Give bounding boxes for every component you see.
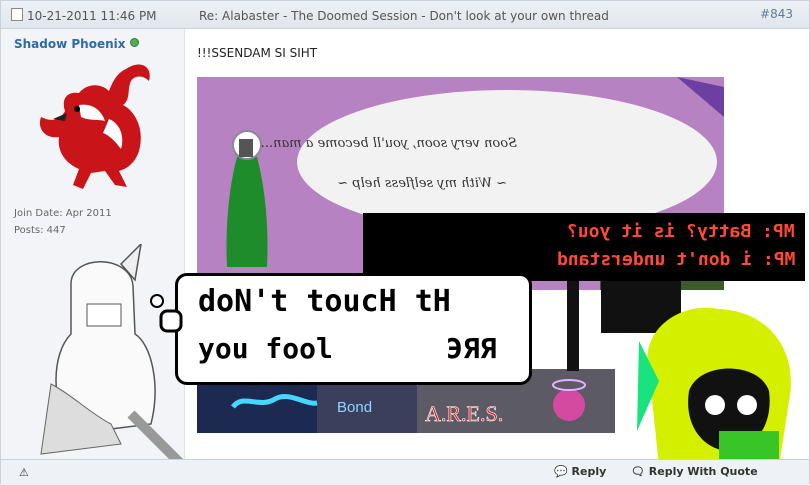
username-link[interactable]: Shadow Phoenix	[14, 37, 139, 51]
image-script-line1: Soon very soon, you'll become a man...	[261, 136, 517, 151]
strip-ares-text: A.R.E.S.	[425, 401, 503, 426]
post-message: !!!SSENDAM SI SIHT	[197, 46, 318, 60]
bubble-tail	[150, 294, 183, 333]
post-icon	[11, 8, 23, 21]
bubble-line2: you fool	[198, 332, 333, 365]
online-status-icon	[129, 38, 139, 47]
bubble-line1: doN't toucH tH	[198, 284, 451, 319]
dialog-pointer	[567, 281, 579, 371]
report-icon[interactable]: ⚠	[19, 466, 29, 479]
sketch-character-image	[40, 244, 184, 459]
strip-bond-text: Bond	[337, 399, 372, 416]
post-number-link[interactable]: #843	[760, 7, 793, 21]
image-script-line2: ~ With my selfless help ~	[337, 176, 507, 191]
speech-bubble: doN't toucH tH you fool ЭЯЯ	[175, 273, 532, 385]
join-date: Join Date: Apr 2011	[14, 208, 112, 219]
dialog-line1: MP: Batty? is it you?	[567, 221, 795, 242]
dialog-line2: MP: i don't understand	[556, 249, 795, 270]
quote-icon: 🗨	[631, 465, 649, 478]
forum-post: 10-21-2011 11:46 PM Re: Alabaster - The …	[0, 0, 810, 485]
dialog-box: MP: Batty? is it you? MP: i don't unders…	[363, 213, 805, 281]
post-footer: ⚠ 💬 Reply 🗨 Reply With Quote	[1, 459, 809, 485]
post-date: 10-21-2011 11:46 PM	[11, 8, 157, 23]
user-sidebar: Shadow Phoenix Join Date: Apr 2011 Posts…	[1, 29, 185, 459]
post-count: Posts: 447	[14, 225, 66, 236]
post-title: Re: Alabaster - The Doomed Session - Don…	[199, 9, 609, 23]
avatar[interactable]	[31, 59, 156, 194]
reply-quote-button[interactable]: 🗨 Reply With Quote	[631, 465, 758, 478]
troll-character-image	[637, 307, 791, 466]
reply-icon: 💬	[554, 465, 572, 478]
reply-button[interactable]: 💬 Reply	[554, 465, 606, 478]
post-date-text: 10-21-2011 11:46 PM	[27, 9, 157, 23]
post-header: 10-21-2011 11:46 PM Re: Alabaster - The …	[1, 1, 809, 29]
bubble-line3: ЭЯЯ	[446, 332, 497, 365]
